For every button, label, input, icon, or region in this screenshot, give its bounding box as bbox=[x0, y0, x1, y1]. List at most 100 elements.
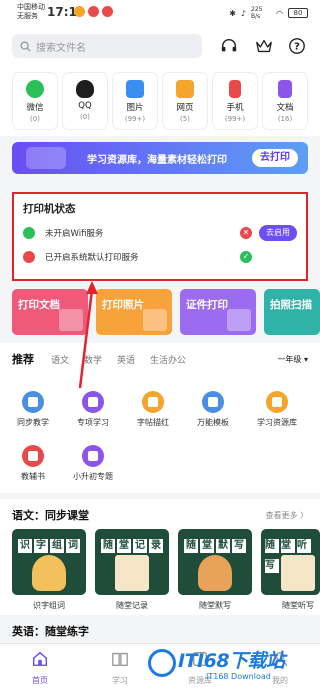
printer-status-panel: 打印机状态 未开启Wifi服务 ✕ 去启用 已开启系统默认打印服务 ✓ bbox=[12, 192, 308, 281]
headset-icon[interactable] bbox=[220, 37, 238, 55]
search-input[interactable]: 搜索文件名 bbox=[12, 34, 202, 58]
tab-life-office[interactable]: 生活办公 bbox=[150, 353, 186, 366]
book-icon bbox=[112, 652, 128, 666]
card-char: 写 bbox=[232, 539, 246, 553]
english-section-title: 英语：随堂练字 bbox=[12, 625, 89, 638]
notebook-illustration bbox=[115, 555, 149, 591]
print-service-row: 已开启系统默认打印服务 ✓ bbox=[23, 249, 297, 265]
quick-item-qq[interactable]: QQ (0) bbox=[62, 72, 108, 130]
quick-item-count: (0) bbox=[30, 115, 40, 123]
lesson-card[interactable]: 随堂听写 bbox=[261, 529, 320, 595]
print-photo-tile[interactable]: 打印照片 bbox=[96, 289, 172, 335]
quick-item-label: 图片 bbox=[126, 103, 144, 113]
rec-tutoring-books[interactable]: 教辅书 bbox=[3, 445, 63, 482]
nav-study[interactable]: 学习 bbox=[100, 650, 140, 686]
site-watermark: ITI68下载站 IT168 Download bbox=[148, 641, 320, 693]
notebook-illustration bbox=[281, 555, 315, 591]
bluetooth-icon: ✱ bbox=[229, 8, 236, 18]
carrier-service: 无服务 bbox=[17, 12, 38, 20]
help-icon[interactable]: ? bbox=[288, 37, 306, 55]
photo-icon bbox=[143, 309, 167, 331]
function-tiles: 打印文档 打印照片 证件打印 拍照扫描 bbox=[12, 289, 320, 335]
search-icon bbox=[20, 40, 31, 52]
id-print-tile[interactable]: 证件打印 bbox=[180, 289, 256, 335]
lesson-card[interactable]: 随堂默写 bbox=[178, 529, 252, 595]
see-more-link[interactable]: 查看更多 〉 bbox=[265, 510, 308, 521]
banner-text: 学习资源库，海量素材轻松打印 bbox=[87, 155, 227, 166]
quick-item-count: (5) bbox=[180, 115, 190, 123]
tab-english[interactable]: 英语 bbox=[117, 353, 135, 366]
qq-icon bbox=[76, 80, 94, 98]
card-char: 识 bbox=[18, 539, 32, 553]
promo-banner[interactable]: 学习资源库，海量素材轻松打印 去打印 bbox=[12, 142, 308, 174]
quick-item-wechat[interactable]: 微信 (0) bbox=[12, 72, 58, 130]
rec-copybook[interactable]: 字帖描红 bbox=[123, 391, 183, 428]
sync-teaching-icon bbox=[22, 391, 44, 413]
document-icon bbox=[278, 80, 292, 98]
recommend-section: 推荐 语文 数学 英语 生活办公 一年级 ▾ 同步教学 专项学习 字帖描红 万能… bbox=[0, 343, 320, 493]
rec-special-study[interactable]: 专项学习 bbox=[63, 391, 123, 428]
tile-label: 拍照扫描 bbox=[270, 299, 312, 311]
quick-item-images[interactable]: 图片 (99+) bbox=[112, 72, 158, 130]
enable-wifi-button[interactable]: 去启用 bbox=[259, 225, 297, 241]
rec-middle-school-topics[interactable]: 小升初专题 bbox=[63, 445, 123, 482]
card-char: 组 bbox=[50, 539, 64, 553]
tile-label: 证件打印 bbox=[186, 299, 228, 311]
card-header: 随堂记录 bbox=[95, 533, 169, 553]
category-tabs: 推荐 语文 数学 英语 生活办公 一年级 ▾ bbox=[0, 343, 320, 373]
tile-label: 打印文档 bbox=[18, 299, 60, 311]
tab-math[interactable]: 数学 bbox=[84, 353, 102, 366]
weibo-icon bbox=[88, 6, 99, 17]
rec-templates[interactable]: 万能模板 bbox=[183, 391, 243, 428]
quick-item-documents[interactable]: 文档 (16) bbox=[262, 72, 308, 130]
wifi-service-row: 未开启Wifi服务 ✕ 去启用 bbox=[23, 225, 297, 241]
wifi-service-status: 未开启Wifi服务 bbox=[45, 229, 104, 239]
quick-item-count: (99+) bbox=[224, 115, 246, 123]
card-char: 写 bbox=[265, 559, 279, 573]
net-speed: 225 B/s bbox=[251, 6, 263, 20]
app-notification-icon bbox=[74, 6, 85, 17]
quick-item-phone[interactable]: 手机 (99+) bbox=[212, 72, 258, 130]
photo-scan-tile[interactable]: 拍照扫描 bbox=[264, 289, 320, 335]
quick-item-label: 网页 bbox=[176, 103, 194, 113]
rec-label: 万能模板 bbox=[197, 418, 229, 427]
print-service-status: 已开启系统默认打印服务 bbox=[45, 253, 139, 263]
quick-item-label: QQ bbox=[78, 101, 92, 111]
wifi-icon bbox=[23, 227, 35, 239]
print-document-tile[interactable]: 打印文档 bbox=[12, 289, 88, 335]
tile-label: 打印照片 bbox=[102, 299, 144, 311]
rec-sync-teaching[interactable]: 同步教学 bbox=[3, 391, 63, 428]
rec-label: 小升初专题 bbox=[73, 472, 113, 481]
id-card-icon bbox=[227, 309, 251, 331]
image-icon bbox=[126, 80, 144, 98]
topic-icon bbox=[82, 445, 104, 467]
tab-chinese[interactable]: 语文 bbox=[51, 353, 69, 366]
rec-label: 教辅书 bbox=[21, 472, 45, 481]
error-icon: ✕ bbox=[240, 227, 252, 239]
battery-icon: 80 bbox=[288, 8, 308, 18]
quick-item-count: (16) bbox=[277, 115, 293, 123]
status-bar: 中国移动 无服务 17:13 ✱ ♪ 225 B/s ◠ 80 bbox=[0, 0, 320, 26]
printer-status-title: 打印机状态 bbox=[23, 203, 76, 215]
app-notification-icon bbox=[102, 6, 113, 17]
card-char: 堂 bbox=[200, 539, 214, 553]
lesson-card[interactable]: 随堂记录 bbox=[95, 529, 169, 595]
nav-label: 学习 bbox=[112, 676, 128, 685]
go-print-button[interactable]: 去打印 bbox=[252, 149, 298, 167]
mute-icon: ♪ bbox=[240, 8, 247, 18]
printer-icon bbox=[23, 251, 35, 263]
nav-home[interactable]: 首页 bbox=[20, 650, 60, 686]
grade-selector[interactable]: 一年级 ▾ bbox=[277, 354, 308, 365]
quick-item-count: (99+) bbox=[124, 115, 146, 123]
tab-recommend[interactable]: 推荐 bbox=[12, 351, 34, 367]
card-char: 录 bbox=[149, 539, 163, 553]
rec-resource-library[interactable]: 学习资源库 bbox=[247, 391, 307, 428]
quick-item-webpages[interactable]: 网页 (5) bbox=[162, 72, 208, 130]
special-study-icon bbox=[82, 391, 104, 413]
system-status: ✱ ♪ 225 B/s ◠ 80 bbox=[229, 6, 308, 20]
crown-icon[interactable] bbox=[255, 37, 273, 55]
wechat-icon bbox=[26, 80, 44, 98]
document-icon bbox=[59, 309, 83, 331]
lesson-card[interactable]: 识字组词 bbox=[12, 529, 86, 595]
search-placeholder: 搜索文件名 bbox=[36, 42, 86, 54]
